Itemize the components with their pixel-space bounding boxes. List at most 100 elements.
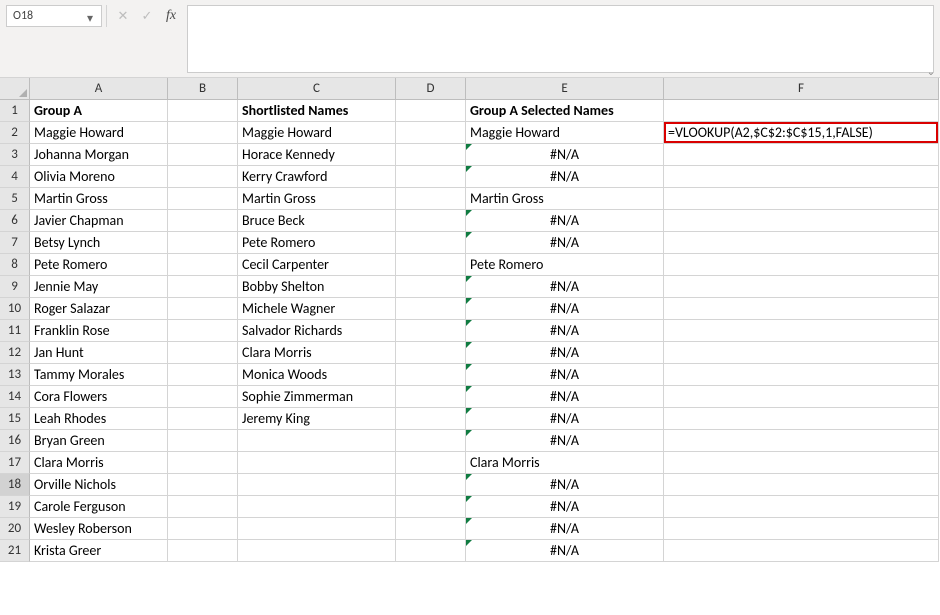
cell[interactable] xyxy=(168,474,238,496)
cell[interactable]: Tammy Morales xyxy=(30,364,168,386)
cell[interactable] xyxy=(664,496,939,518)
cell[interactable]: Kerry Crawford xyxy=(238,166,396,188)
cell[interactable] xyxy=(396,474,466,496)
cell[interactable] xyxy=(168,232,238,254)
formula-input[interactable] xyxy=(187,5,934,73)
cell[interactable]: Jennie May xyxy=(30,276,168,298)
cell[interactable]: Carole Ferguson xyxy=(30,496,168,518)
cell[interactable] xyxy=(664,540,939,562)
col-header-D[interactable]: D xyxy=(396,78,466,100)
row-header[interactable]: 21 xyxy=(0,540,30,562)
cell[interactable] xyxy=(238,540,396,562)
col-header-E[interactable]: E xyxy=(466,78,664,100)
cell[interactable]: Krista Greer xyxy=(30,540,168,562)
cell[interactable]: #N/A xyxy=(466,364,664,386)
cell[interactable]: Martin Gross xyxy=(466,188,664,210)
row-header[interactable]: 18 xyxy=(0,474,30,496)
cell[interactable] xyxy=(664,232,939,254)
cell[interactable] xyxy=(396,144,466,166)
cell[interactable] xyxy=(664,364,939,386)
cell[interactable] xyxy=(664,518,939,540)
cell[interactable] xyxy=(396,518,466,540)
cell[interactable] xyxy=(168,430,238,452)
cell[interactable]: Javier Chapman xyxy=(30,210,168,232)
cell[interactable] xyxy=(664,408,939,430)
cell[interactable]: Bruce Beck xyxy=(238,210,396,232)
cell[interactable] xyxy=(664,144,939,166)
cell[interactable] xyxy=(396,188,466,210)
cell[interactable]: Clara Morris xyxy=(238,342,396,364)
cell[interactable] xyxy=(238,518,396,540)
cell[interactable]: Johanna Morgan xyxy=(30,144,168,166)
select-all-corner[interactable] xyxy=(0,78,30,100)
cell[interactable] xyxy=(396,364,466,386)
cell[interactable]: Bobby Shelton xyxy=(238,276,396,298)
cell[interactable]: Jan Hunt xyxy=(30,342,168,364)
row-header[interactable]: 12 xyxy=(0,342,30,364)
row-header[interactable]: 11 xyxy=(0,320,30,342)
cell[interactable] xyxy=(396,122,466,144)
cell[interactable]: Leah Rhodes xyxy=(30,408,168,430)
cell[interactable]: Clara Morris xyxy=(466,452,664,474)
cell[interactable]: Olivia Moreno xyxy=(30,166,168,188)
row-header[interactable]: 13 xyxy=(0,364,30,386)
cell[interactable] xyxy=(396,320,466,342)
row-header[interactable]: 7 xyxy=(0,232,30,254)
cell[interactable] xyxy=(168,188,238,210)
cell[interactable] xyxy=(664,452,939,474)
cell[interactable]: Orville Nichols xyxy=(30,474,168,496)
cell[interactable] xyxy=(168,540,238,562)
cell[interactable] xyxy=(168,408,238,430)
cell[interactable] xyxy=(168,342,238,364)
cell[interactable] xyxy=(168,452,238,474)
cell[interactable]: =VLOOKUP(A2,$C$2:$C$15,1,FALSE) xyxy=(664,122,939,144)
cell[interactable]: Jeremy King xyxy=(238,408,396,430)
cell[interactable] xyxy=(664,474,939,496)
cell[interactable]: Martin Gross xyxy=(30,188,168,210)
cell[interactable] xyxy=(168,386,238,408)
row-header[interactable]: 17 xyxy=(0,452,30,474)
cell[interactable] xyxy=(664,166,939,188)
cell[interactable] xyxy=(238,496,396,518)
cell[interactable] xyxy=(168,276,238,298)
cell[interactable]: Group A Selected Names xyxy=(466,100,664,122)
cell[interactable] xyxy=(396,210,466,232)
cell[interactable]: #N/A xyxy=(466,518,664,540)
cell[interactable]: Horace Kennedy xyxy=(238,144,396,166)
row-header[interactable]: 19 xyxy=(0,496,30,518)
cell[interactable] xyxy=(168,166,238,188)
cell[interactable] xyxy=(168,364,238,386)
cell[interactable] xyxy=(396,386,466,408)
cell[interactable]: #N/A xyxy=(466,496,664,518)
cell[interactable]: #N/A xyxy=(466,144,664,166)
chevron-down-icon[interactable]: ▾ xyxy=(87,11,97,21)
cell[interactable] xyxy=(238,452,396,474)
cell[interactable] xyxy=(664,320,939,342)
row-header[interactable]: 20 xyxy=(0,518,30,540)
cell[interactable] xyxy=(396,496,466,518)
spreadsheet-grid[interactable]: A B C D E F 1 Group A Shortlisted Names … xyxy=(0,78,940,562)
cell[interactable] xyxy=(396,408,466,430)
cell[interactable]: #N/A xyxy=(466,210,664,232)
cell[interactable]: Maggie Howard xyxy=(466,122,664,144)
cell[interactable] xyxy=(396,298,466,320)
cell[interactable] xyxy=(396,232,466,254)
cell[interactable] xyxy=(238,474,396,496)
cell[interactable] xyxy=(664,430,939,452)
expand-formula-bar-icon[interactable]: ⌄ xyxy=(924,65,938,77)
cell[interactable]: Shortlisted Names xyxy=(238,100,396,122)
cell[interactable]: Bryan Green xyxy=(30,430,168,452)
row-header[interactable]: 9 xyxy=(0,276,30,298)
cell[interactable] xyxy=(664,276,939,298)
row-header[interactable]: 6 xyxy=(0,210,30,232)
cell[interactable]: Sophie Zimmerman xyxy=(238,386,396,408)
cell[interactable] xyxy=(238,430,396,452)
cell[interactable] xyxy=(664,298,939,320)
cell[interactable] xyxy=(168,496,238,518)
cell[interactable]: #N/A xyxy=(466,298,664,320)
cell[interactable]: Pete Romero xyxy=(238,232,396,254)
col-header-B[interactable]: B xyxy=(168,78,238,100)
cell[interactable]: Pete Romero xyxy=(30,254,168,276)
cell[interactable] xyxy=(168,210,238,232)
cell[interactable] xyxy=(396,276,466,298)
